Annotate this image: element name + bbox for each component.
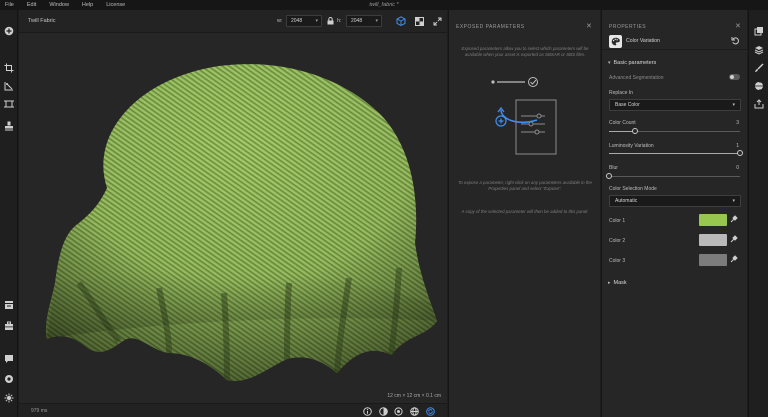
left-toolbar [0, 10, 18, 417]
replace-in-label: Replace In [609, 90, 633, 96]
expose-illustration-icon [491, 77, 557, 155]
viewport-footer: 979 ms [19, 403, 447, 417]
menu-window[interactable]: Window [49, 2, 69, 8]
color-count-slider[interactable] [609, 128, 740, 134]
camera-reset-icon[interactable] [392, 405, 404, 417]
basic-parameters-label: Basic parameters [613, 60, 657, 66]
viewport-title: Twill Fabric [28, 18, 56, 24]
brush-icon[interactable] [753, 62, 765, 74]
viewport-header: Twill Fabric w: 2048 ▾ h: 2048 ▾ [19, 10, 447, 33]
luminosity-variation-label: Luminosity Variation [609, 143, 654, 149]
layers-icon[interactable] [753, 25, 765, 37]
expose-hint: To expose a parameter, right click on an… [458, 180, 592, 192]
mask-label: Mask [613, 280, 627, 286]
width-value: 2048 [291, 18, 303, 24]
blur-slider[interactable] [606, 173, 740, 179]
chevron-down-icon: ▾ [608, 60, 611, 66]
color-3-label: Color 3 [609, 258, 626, 264]
stack-icon[interactable] [753, 44, 765, 56]
menu-license[interactable]: License [106, 2, 125, 8]
color-1-label: Color 1 [609, 218, 626, 224]
height-label: h: [337, 18, 342, 24]
replace-in-value: Base Color [615, 102, 640, 108]
width-select[interactable]: 2048 ▾ [286, 15, 322, 27]
light-icon[interactable] [3, 392, 15, 404]
color-selection-mode-value: Automatic [615, 198, 638, 204]
right-toolbar [748, 10, 768, 417]
material-ball-icon[interactable] [753, 80, 765, 92]
3d-viewport[interactable]: Twill Fabric w: 2048 ▾ h: 2048 ▾ 12 cm ×… [19, 10, 447, 417]
mask-section[interactable]: ▸ Mask [608, 280, 627, 286]
sync-icon[interactable] [424, 405, 436, 417]
environment-icon[interactable] [3, 373, 15, 385]
basic-parameters-section[interactable]: ▾ Basic parameters [608, 60, 656, 66]
height-value: 2048 [351, 18, 363, 24]
blur-value: 0 [736, 165, 739, 171]
frame-icon[interactable] [3, 98, 15, 110]
reset-icon[interactable] [731, 36, 740, 47]
luminosity-variation-value: 1 [736, 143, 739, 149]
expand-icon[interactable] [431, 15, 443, 27]
add-icon[interactable] [3, 25, 15, 37]
exposed-description: Exposed parameters allow you to select w… [461, 46, 589, 58]
palette-icon [609, 35, 622, 48]
fabric-render [45, 64, 438, 381]
2d-view-icon[interactable] [413, 15, 425, 27]
node-header: Color Variation [602, 32, 748, 50]
chevron-down-icon: ▾ [315, 18, 318, 24]
menu-edit[interactable]: Edit [27, 2, 36, 8]
eyedropper-icon[interactable] [730, 255, 738, 265]
color-2-label: Color 2 [609, 238, 626, 244]
expose-note: A copy of the selected parameter will th… [461, 209, 589, 214]
menu-bar: File Edit Window Help License twill_fabr… [0, 0, 768, 10]
color-count-value: 3 [736, 120, 739, 126]
toolbox-icon[interactable] [3, 320, 15, 332]
export-icon[interactable] [753, 98, 765, 110]
chevron-down-icon: ▾ [732, 198, 735, 204]
stamp-icon[interactable] [3, 120, 15, 132]
color-selection-mode-label: Color Selection Mode [609, 186, 657, 192]
height-select[interactable]: 2048 ▾ [346, 15, 382, 27]
color-selection-mode-select[interactable]: Automatic ▾ [609, 195, 741, 207]
exposed-panel-title: EXPOSED PARAMETERS [456, 24, 525, 30]
properties-panel: PROPERTIES ✕ Color Variation ▾ Basic para… [601, 10, 748, 417]
crop-icon[interactable] [3, 62, 15, 74]
3d-view-icon[interactable] [395, 15, 407, 27]
render-time: 979 ms [31, 408, 48, 414]
luminosity-variation-slider[interactable] [609, 150, 743, 156]
advanced-segmentation-label: Advanced Segmentation [609, 75, 664, 81]
menu-help[interactable]: Help [82, 2, 93, 8]
lock-icon[interactable] [324, 15, 336, 27]
menu-file[interactable]: File [5, 2, 14, 8]
node-name: Color Variation [626, 38, 660, 44]
color-count-label: Color Count [609, 120, 636, 126]
globe-icon[interactable] [408, 405, 420, 417]
blur-label: Blur [609, 165, 618, 171]
chevron-right-icon: ▸ [608, 280, 611, 286]
library-icon[interactable] [3, 299, 15, 311]
close-icon[interactable]: ✕ [735, 22, 741, 30]
color-3-swatch[interactable] [699, 254, 727, 266]
width-label: w: [277, 18, 283, 24]
comment-icon[interactable] [3, 353, 15, 365]
color-2-swatch[interactable] [699, 234, 727, 246]
eyedropper-icon[interactable] [730, 215, 738, 225]
render-mode-icon[interactable] [377, 405, 389, 417]
exposed-parameters-panel: EXPOSED PARAMETERS ✕ Exposed parameters … [448, 10, 600, 417]
chevron-down-icon: ▾ [732, 102, 735, 108]
replace-in-select[interactable]: Base Color ▾ [609, 99, 741, 111]
properties-panel-title: PROPERTIES [609, 24, 647, 30]
eyedropper-icon[interactable] [730, 235, 738, 245]
advanced-segmentation-toggle[interactable] [729, 74, 740, 80]
info-icon[interactable] [361, 405, 373, 417]
scale-readout: 12 cm × 12 cm × 0.1 cm [387, 393, 441, 399]
chevron-down-icon: ▾ [375, 18, 378, 24]
close-icon[interactable]: ✕ [586, 22, 592, 30]
color-1-swatch[interactable] [699, 214, 727, 226]
perspective-icon[interactable] [3, 80, 15, 92]
